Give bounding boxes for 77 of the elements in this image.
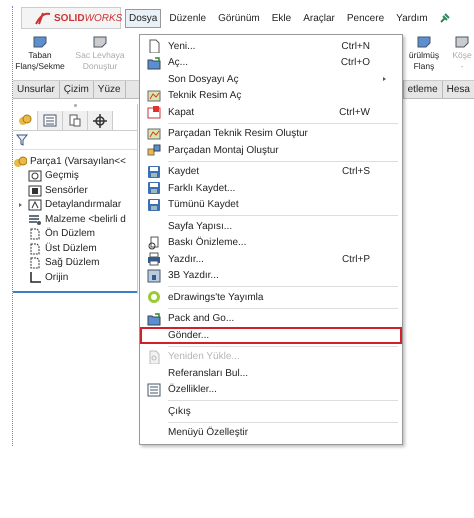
sheet-icon bbox=[92, 34, 108, 48]
menu-item[interactable]: Tümünü Kaydet bbox=[140, 196, 402, 213]
menu-item[interactable]: Yazdır... Ctrl+P bbox=[140, 251, 402, 268]
menu-bar-item[interactable]: Dosya bbox=[125, 8, 162, 28]
document-icon bbox=[147, 39, 161, 54]
close-document-icon bbox=[147, 105, 161, 120]
bent-plate-icon bbox=[416, 34, 432, 48]
menu-item[interactable]: Farklı Kaydet... bbox=[140, 180, 402, 196]
ribbon-tab[interactable]: Çizim bbox=[60, 81, 94, 98]
history-folder-icon bbox=[28, 169, 42, 182]
logo-text: SOLIDWORKS bbox=[54, 12, 122, 24]
part-icon bbox=[13, 155, 27, 168]
list-icon bbox=[147, 382, 161, 397]
drawing-sheet-icon bbox=[147, 126, 161, 141]
menu-item[interactable]: Son Dosyayı Aç bbox=[140, 71, 402, 88]
material-icon bbox=[28, 212, 42, 226]
ribbon-tab[interactable]: Unsurlar bbox=[13, 81, 60, 98]
menu-bar-item[interactable]: Pencere bbox=[342, 8, 388, 28]
menu-item[interactable]: Özellikler... bbox=[140, 382, 402, 398]
menu-item[interactable]: Aç... Ctrl+O bbox=[140, 54, 402, 71]
tree-item[interactable]: Sensörler bbox=[45, 184, 88, 196]
menu-item[interactable]: Menüyü Özelleştir bbox=[140, 424, 402, 441]
printer-icon bbox=[147, 252, 161, 266]
menu-bar-item[interactable]: Düzenle bbox=[165, 8, 210, 28]
menu-item[interactable]: Gönder... bbox=[140, 327, 402, 344]
bent-plate-icon bbox=[32, 34, 48, 48]
menu-item[interactable]: Kaydet Ctrl+S bbox=[140, 164, 402, 180]
drawing-sheet-icon bbox=[147, 88, 161, 103]
tree-item[interactable]: Detaylandırmalar bbox=[45, 199, 122, 210]
menu-item[interactable]: eDrawings'te Yayımla bbox=[140, 289, 402, 306]
menu-item[interactable]: Parçadan Montaj Oluştur bbox=[140, 142, 402, 158]
page-magnifier-icon bbox=[147, 236, 161, 250]
tree-item[interactable]: Orijin bbox=[45, 272, 68, 283]
menu-item[interactable]: Referansları Bul... bbox=[140, 365, 402, 382]
tree-item[interactable]: Sağ Düzlem bbox=[45, 257, 100, 268]
tree-item[interactable]: Geçmiş bbox=[45, 170, 79, 182]
menu-item[interactable]: Yeni... Ctrl+N bbox=[140, 38, 402, 54]
ribbon-button[interactable]: Taban Flanş/Sekme bbox=[13, 34, 67, 72]
printer-box-icon bbox=[147, 268, 161, 283]
cubes-icon bbox=[147, 143, 161, 158]
plane-icon bbox=[28, 242, 42, 255]
menu-bar-item[interactable]: Ekle bbox=[268, 8, 296, 28]
filter-icon[interactable] bbox=[16, 134, 28, 146]
sensor-icon bbox=[28, 184, 42, 197]
grip-icon[interactable] bbox=[74, 104, 76, 107]
property-list-icon[interactable] bbox=[42, 113, 58, 128]
menu-item[interactable]: Sayfa Yapısı... bbox=[140, 218, 402, 234]
crosshair-icon[interactable] bbox=[92, 113, 108, 128]
ds-logo-icon bbox=[34, 10, 52, 26]
tree-item[interactable]: Ön Düzlem bbox=[45, 228, 96, 240]
annotation-icon bbox=[28, 198, 42, 212]
plane-icon bbox=[28, 256, 42, 270]
part-icon[interactable] bbox=[17, 113, 33, 128]
ribbon-tab[interactable]: Yüze bbox=[94, 81, 126, 98]
expand-arrow-icon[interactable] bbox=[18, 202, 22, 207]
menu-item[interactable]: Çıkış bbox=[140, 403, 402, 420]
ribbon-tab[interactable]: Hesa bbox=[442, 81, 474, 98]
menu-item[interactable]: Teknik Resim Aç bbox=[140, 88, 402, 104]
tree-item[interactable]: Üst Düzlem bbox=[45, 242, 97, 254]
menu-item[interactable]: 3B Yazdır... bbox=[140, 268, 402, 284]
menu-item[interactable]: Parçadan Teknik Resim Oluştur bbox=[140, 126, 402, 142]
ribbon-button[interactable]: ürülmüş Flanş bbox=[405, 34, 443, 72]
menu-bar-item[interactable]: Görünüm bbox=[214, 8, 264, 28]
folder-icon bbox=[147, 312, 161, 326]
reload-document-icon bbox=[147, 350, 161, 364]
menu-bar-item[interactable]: Araçlar bbox=[299, 8, 339, 28]
menu-bar-item[interactable]: Yardım bbox=[392, 8, 432, 28]
sheet-icon bbox=[454, 34, 470, 48]
menu-item[interactable]: Kapat Ctrl+W bbox=[140, 104, 402, 120]
plane-icon bbox=[28, 227, 42, 240]
tree-item[interactable]: Malzeme <belirli d bbox=[45, 214, 126, 225]
tree-item[interactable]: Parça1 (Varsayılan<< bbox=[30, 156, 126, 167]
pin-icon[interactable] bbox=[440, 13, 450, 23]
origin-icon bbox=[28, 270, 42, 284]
menu-item[interactable]: Pack and Go... bbox=[140, 310, 402, 327]
folder-icon bbox=[147, 56, 161, 70]
menu-item[interactable]: Baskı Önizleme... bbox=[140, 234, 402, 251]
